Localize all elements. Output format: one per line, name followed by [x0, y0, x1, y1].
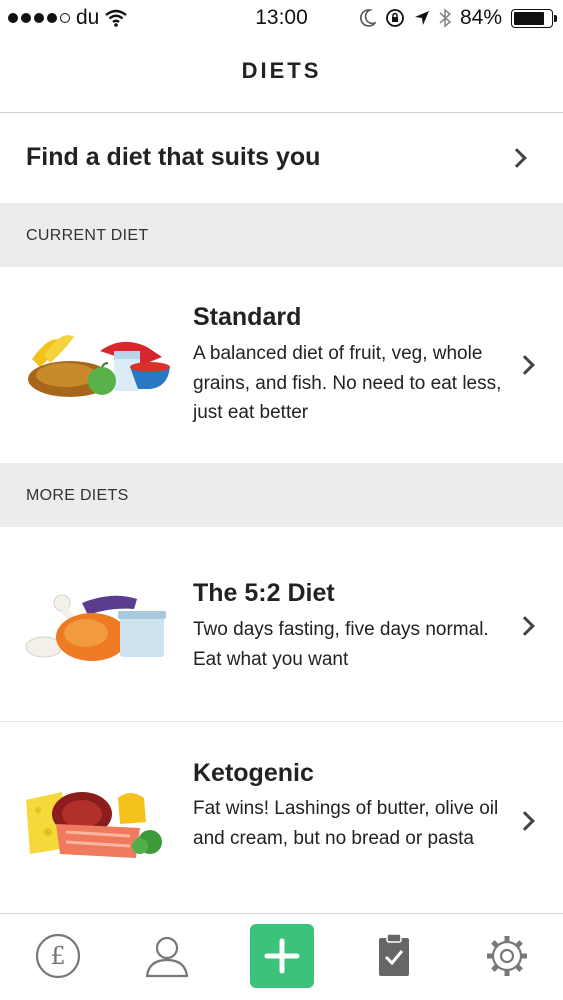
diet-card-standard[interactable]: Standard A balanced diet of fruit, veg, … [0, 267, 563, 463]
moon-icon [360, 9, 376, 27]
chevron-right-icon [507, 148, 527, 168]
find-diet-row[interactable]: Find a diet that suits you [0, 113, 563, 203]
section-label-more: MORE DIETS [26, 487, 129, 504]
status-right: 84% [360, 6, 557, 30]
tab-add-button[interactable] [250, 924, 314, 988]
battery-icon [511, 8, 557, 28]
diet-title: The 5:2 Diet [193, 579, 335, 607]
tab-bar: £ [0, 913, 563, 1000]
plus-icon [264, 938, 300, 974]
battery-percent: 84% [459, 6, 502, 29]
section-label-current: CURRENT DIET [26, 227, 149, 244]
standard-diet-illustration [28, 335, 170, 397]
diet-card-ketogenic[interactable]: Ketogenic Fat wins! Lashings of butter, … [0, 722, 563, 912]
diet-description: Two days fasting, five days normal. Eat … [193, 619, 489, 670]
status-bar: du 13:00 84% [0, 0, 563, 36]
five-two-diet-illustration [25, 594, 166, 661]
clipboard-check-icon [379, 933, 409, 976]
svg-text:£: £ [50, 942, 65, 970]
diet-card-5-2[interactable]: The 5:2 Diet Two days fasting, five days… [0, 527, 563, 721]
tab-profile[interactable] [135, 924, 199, 988]
diet-title: Standard [193, 303, 302, 331]
pound-coin-icon: £ [35, 933, 81, 979]
battery-level [514, 11, 545, 25]
page-title: DIETS [241, 58, 322, 83]
gear-icon [487, 936, 527, 976]
location-arrow-icon [414, 11, 429, 25]
chevron-right-icon [515, 616, 535, 636]
find-diet-label: Find a diet that suits you [26, 143, 321, 171]
diet-title: Ketogenic [193, 759, 314, 787]
section-header-current: CURRENT DIET [0, 203, 563, 267]
chevron-right-icon [515, 811, 535, 831]
bluetooth-icon [439, 8, 451, 28]
tab-pound[interactable]: £ [26, 924, 90, 988]
ketogenic-diet-illustration [26, 792, 162, 858]
person-icon [145, 936, 189, 978]
chevron-right-icon [515, 355, 535, 375]
section-header-more: MORE DIETS [0, 463, 563, 527]
tab-log[interactable] [362, 924, 426, 988]
rotation-lock-icon [386, 9, 404, 27]
diet-description: Fat wins! Lashings of butter, olive oil … [193, 798, 499, 849]
diet-description: A balanced diet of fruit, veg, whole gra… [193, 343, 502, 423]
tab-settings[interactable] [475, 924, 539, 988]
